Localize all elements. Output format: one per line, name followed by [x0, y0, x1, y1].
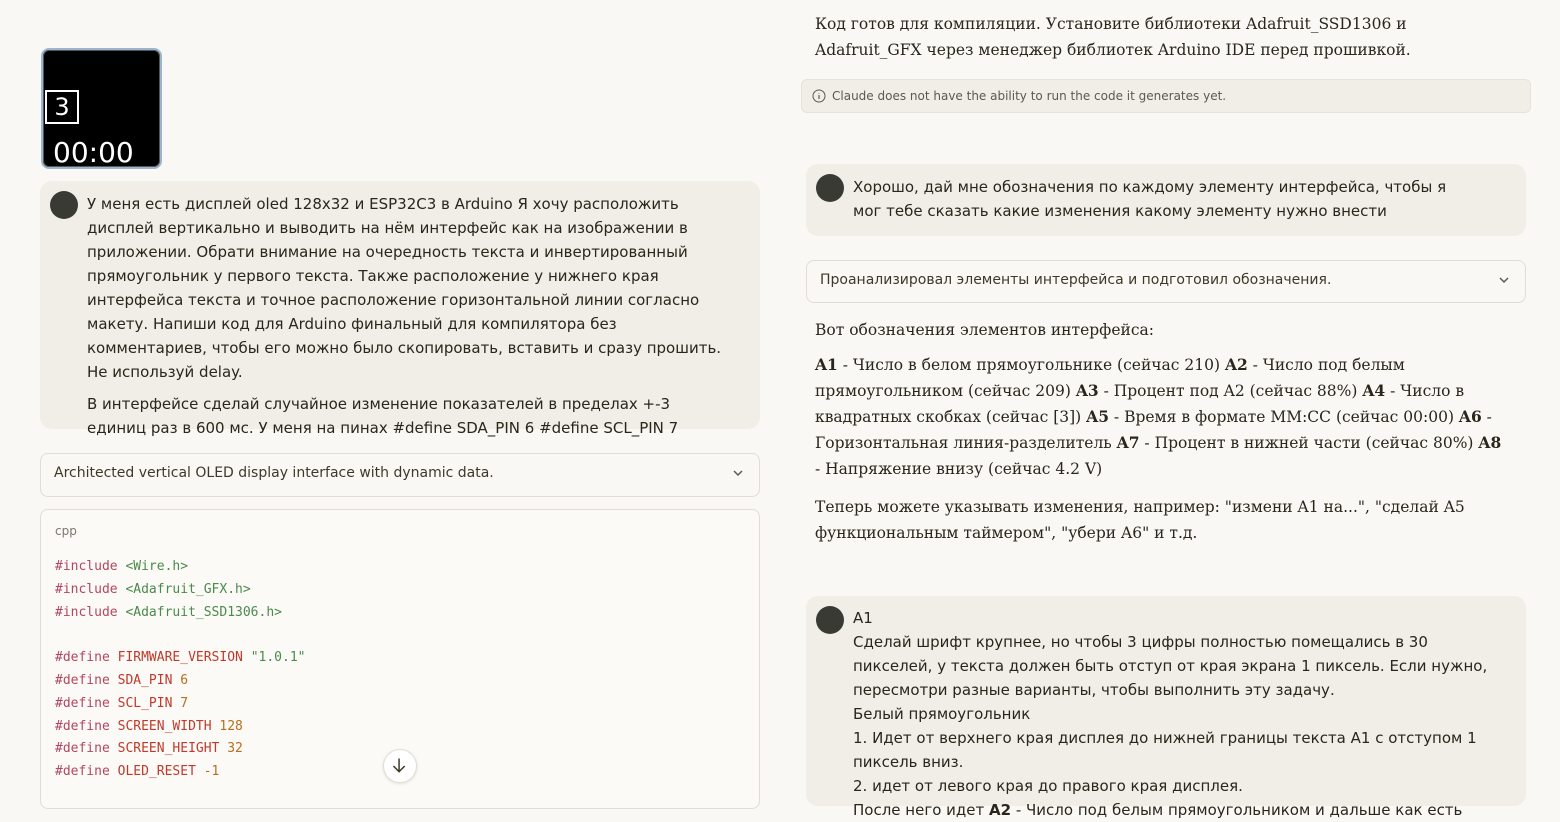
- legend-desc: - Напряжение внизу (сейчас 4.2 V): [815, 460, 1103, 478]
- legend-code: A3: [1075, 381, 1099, 400]
- user-message-3-line-5: 2. идет от левого края до правого края д…: [853, 777, 1243, 795]
- user-message-2: Хорошо, дай мне обозначения по каждому э…: [806, 164, 1526, 236]
- code-line: #define SDA_PIN 6: [55, 672, 189, 688]
- thinking-summary-1[interactable]: Architected vertical OLED display interf…: [40, 453, 760, 497]
- user-message-3: A1 Сделай шрифт крупнее, но чтобы 3 цифр…: [806, 596, 1526, 819]
- code-line: #include <Wire.h>: [55, 559, 189, 574]
- oled-time: 00:00: [53, 136, 134, 169]
- legend-code: A2: [1224, 355, 1248, 374]
- line-6-suffix: - Число под белым прямоугольником и даль…: [1011, 801, 1463, 819]
- arrow-down-icon: [392, 758, 406, 773]
- legend-code: A7: [1116, 433, 1140, 452]
- user-message-3-line-4: 1. Идет от верхнего края дисплея до нижн…: [853, 729, 1477, 771]
- code-line: #define FIRMWARE_VERSION "1.0.1": [55, 650, 306, 666]
- oled-box-value: 3: [45, 90, 79, 124]
- code-line: #define SCL_PIN 7: [55, 695, 189, 711]
- legend-heading: Вот обозначения элементов интерфейса:: [815, 321, 1154, 339]
- code-line: #define SCREEN_WIDTH 128: [55, 718, 243, 734]
- legend-code: A4: [1362, 381, 1386, 400]
- user-message-1-paragraph-2: В интерфейсе сделай случайное изменение …: [87, 395, 679, 437]
- user-message-1-paragraph-1: У меня есть дисплей oled 128x32 и ESP32C…: [87, 195, 722, 381]
- legend-desc: - Время в формате ММ:СС (сейчас 00:00): [1108, 408, 1459, 426]
- legend-desc: - Число в белом прямоугольнике (сейчас 2…: [837, 356, 1225, 374]
- user-message-3-line-3: Белый прямоугольник: [853, 705, 1031, 723]
- closing-text: Теперь можете указывать изменения, напри…: [815, 498, 1465, 542]
- code-notice-text: Claude does not have the ability to run …: [832, 89, 1227, 103]
- code-lines: #include <Wire.h> #include <Adafruit_GFX.…: [55, 556, 305, 784]
- legend-desc: - Процент под A2 (сейчас 88%): [1098, 382, 1363, 400]
- code-notice: Claude does not have the ability to run …: [801, 79, 1531, 113]
- legend-code: A8: [1478, 433, 1502, 452]
- legend-code: A5: [1086, 407, 1109, 426]
- chevron-down-icon: [1499, 277, 1509, 284]
- user-avatar: [816, 606, 844, 634]
- code-line: #define SCREEN_HEIGHT 32: [55, 741, 243, 757]
- assistant-intro-text: Код готов для компиляции. Установите биб…: [815, 15, 1411, 59]
- user-message-1-text: У меня есть дисплей oled 128x32 и ESP32C…: [87, 192, 727, 448]
- oled-preview-image[interactable]: 3 00:00: [41, 48, 162, 169]
- user-message-3-line-6: После него идет A2 - Число под белым пря…: [853, 798, 1503, 822]
- user-avatar: [50, 191, 78, 219]
- info-icon: [812, 89, 826, 103]
- thinking-summary-2[interactable]: Проанализировал элементы интерфейса и по…: [806, 260, 1526, 303]
- user-avatar: [816, 174, 844, 202]
- user-message-3-line-2: Сделай шрифт крупнее, но чтобы 3 цифры п…: [853, 633, 1488, 699]
- user-message-3-line-1: A1: [853, 609, 873, 627]
- thinking-summary-2-label: Проанализировал элементы интерфейса и по…: [820, 272, 1332, 288]
- code-language-label: cpp: [55, 524, 77, 538]
- code-line: #include <Adafruit_GFX.h>: [55, 581, 251, 597]
- legend-code: A6: [1458, 407, 1482, 426]
- legend-code: A1: [815, 355, 838, 374]
- legend-paragraph: A1 - Число в белом прямоугольнике (сейча…: [815, 352, 1505, 482]
- user-message-3-text: A1 Сделай шрифт крупнее, но чтобы 3 цифр…: [853, 606, 1503, 822]
- line-6-bold: A2: [989, 801, 1012, 819]
- code-line: #include <Adafruit_SSD1306.h>: [55, 604, 282, 620]
- line-6-prefix: После него идет: [853, 801, 990, 819]
- user-message-2-text: Хорошо, дай мне обозначения по каждому э…: [853, 178, 1447, 220]
- user-message-1: У меня есть дисплей oled 128x32 и ESP32C…: [40, 181, 760, 437]
- chevron-down-icon: [733, 470, 743, 477]
- code-line: #define OLED_RESET -1: [55, 764, 220, 780]
- legend-desc: - Процент в нижней части (сейчас 80%): [1139, 434, 1479, 452]
- scroll-down-button[interactable]: [383, 749, 417, 783]
- thinking-summary-1-label: Architected vertical OLED display interf…: [54, 465, 494, 481]
